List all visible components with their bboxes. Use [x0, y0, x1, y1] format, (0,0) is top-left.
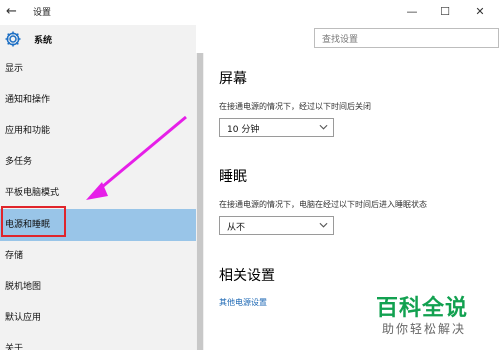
highlight-box [1, 206, 66, 237]
sidebar-item-display[interactable]: 显示 [0, 54, 196, 85]
close-button[interactable]: ✕ [472, 4, 488, 20]
search-input[interactable]: 查找设置 [314, 28, 499, 48]
screen-section-title: 屏幕 [219, 71, 247, 87]
sidebar-item-about[interactable]: 关于 [0, 334, 196, 350]
scrollbar[interactable] [196, 53, 204, 350]
sidebar-item-multitasking[interactable]: 多任务 [0, 147, 196, 178]
minimize-button[interactable]: — [404, 4, 420, 20]
sleep-description: 在接通电源的情况下，电脑在经过以下时间后进入睡眠状态 [219, 200, 427, 209]
sidebar-item-notifications[interactable]: 通知和操作 [0, 85, 196, 116]
arrow-left-icon[interactable]: ← [6, 2, 24, 22]
sleep-timeout-dropdown[interactable]: 从不 [219, 216, 334, 235]
maximize-button[interactable]: ☐ [437, 4, 453, 20]
chevron-down-icon [319, 124, 328, 130]
watermark-logo: 百科全说 [376, 296, 469, 321]
window-title: 设置 [33, 8, 52, 18]
nav-header[interactable]: 系统 [0, 25, 196, 53]
screen-timeout-dropdown[interactable]: 10 分钟 [219, 118, 334, 137]
sidebar-item-offline-maps[interactable]: 脱机地图 [0, 272, 196, 303]
related-settings-title: 相关设置 [219, 268, 275, 284]
sidebar: 系统 显示 通知和操作 应用和功能 多任务 平板电脑模式 电源和睡眠 存储 脱机… [0, 25, 196, 350]
sidebar-item-default-apps[interactable]: 默认应用 [0, 303, 196, 334]
other-power-settings-link[interactable]: 其他电源设置 [219, 297, 267, 308]
screen-timeout-value: 10 分钟 [227, 125, 260, 135]
watermark-tagline: 助你轻松解决 [382, 322, 467, 336]
screen-description: 在接通电源的情况下，经过以下时间后关闭 [219, 102, 371, 111]
search-placeholder: 查找设置 [322, 35, 359, 45]
chevron-down-icon [319, 222, 328, 228]
scrollbar-thumb[interactable] [197, 53, 203, 350]
nav-header-label: 系统 [34, 36, 53, 46]
title-bar: ← 设置 — ☐ ✕ [0, 0, 500, 25]
sidebar-item-apps[interactable]: 应用和功能 [0, 116, 196, 147]
sleep-section-title: 睡眠 [219, 169, 247, 185]
sleep-timeout-value: 从不 [227, 223, 246, 233]
sidebar-item-tablet-mode[interactable]: 平板电脑模式 [0, 178, 196, 209]
gear-icon [5, 31, 21, 47]
sidebar-item-storage[interactable]: 存储 [0, 241, 196, 272]
